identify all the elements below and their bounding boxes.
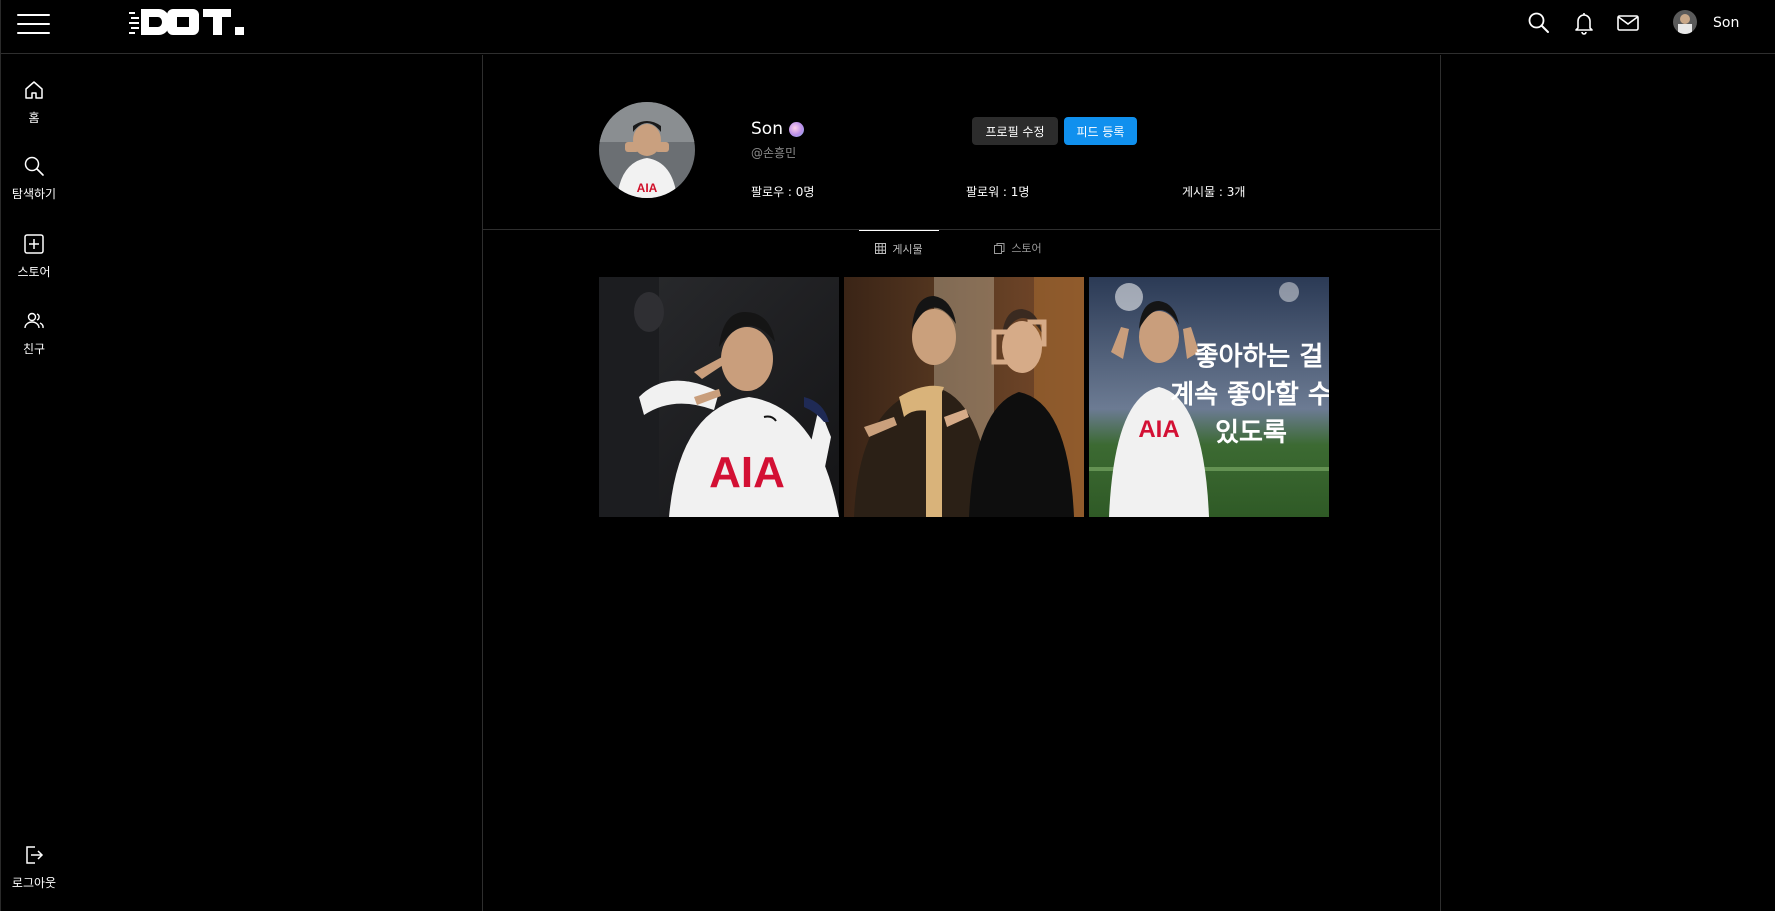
- sidebar-item-label: 친구: [22, 342, 46, 356]
- sidebar-item-store[interactable]: 스토어: [1, 233, 67, 280]
- sidebar-item-label: 홈: [28, 111, 40, 125]
- profile-name: Son: [751, 119, 783, 139]
- edit-profile-button[interactable]: 프로필 수정: [972, 117, 1058, 145]
- post-caption-line: 계속 좋아할 수: [1170, 380, 1329, 410]
- sidebar-item-friends[interactable]: 친구: [1, 310, 67, 357]
- profile-tabs: 게시물 스토어: [483, 230, 1440, 274]
- post-caption-line: 좋아하는 걸: [1195, 342, 1324, 372]
- logout-icon: [26, 846, 44, 864]
- bell-icon[interactable]: [1571, 10, 1597, 36]
- tab-label: 스토어: [1011, 242, 1042, 255]
- logout-label: 로그아웃: [11, 876, 57, 890]
- dot-logo[interactable]: [129, 6, 251, 38]
- add-feed-button[interactable]: 피드 등록: [1064, 117, 1137, 145]
- svg-text:AIA: AIA: [1138, 416, 1179, 443]
- post-grid: AIA AIA 좋아하는 걸 계속 좋아할 수 있도록: [599, 277, 1329, 517]
- logout-button[interactable]: 로그아웃: [1, 844, 67, 891]
- profile-handle: @손흥민: [751, 146, 797, 160]
- top-bar: Son: [1, 0, 1775, 54]
- post-thumbnail[interactable]: [844, 277, 1084, 517]
- plus-square-icon: [24, 234, 44, 254]
- svg-text:AIA: AIA: [637, 181, 658, 195]
- sidebar-item-label: 스토어: [17, 265, 51, 279]
- profile-header: AIA Son @손흥민 프로필 수정 피드 등록 팔로우 : 0명 팔로워 :…: [483, 55, 1440, 230]
- tab-posts[interactable]: 게시물: [859, 230, 939, 266]
- post-caption-line: 있도록: [1215, 418, 1287, 448]
- name-row: Son: [751, 119, 804, 139]
- mail-icon[interactable]: [1615, 10, 1641, 36]
- avatar[interactable]: [1673, 10, 1697, 34]
- friends-icon: [24, 312, 44, 329]
- sidebar-item-explore[interactable]: 탐색하기: [1, 155, 67, 202]
- grid-icon: [875, 243, 887, 254]
- app-window: Son 홈 탐색하기 스토어 친구 로그아웃 AIA Son @손흥민 프로필 …: [0, 0, 1775, 911]
- header-username[interactable]: Son: [1713, 15, 1739, 31]
- post-thumbnail[interactable]: AIA: [599, 277, 839, 517]
- menu-icon[interactable]: [17, 12, 51, 36]
- search-icon[interactable]: [1526, 10, 1552, 36]
- verified-badge-icon: [788, 121, 804, 137]
- followers-count[interactable]: 팔로워 : 1명: [966, 183, 1029, 200]
- tab-store[interactable]: 스토어: [983, 230, 1053, 266]
- following-count[interactable]: 팔로우 : 0명: [751, 183, 814, 200]
- profile-avatar[interactable]: AIA: [599, 102, 695, 198]
- side-nav: 홈 탐색하기 스토어 친구 로그아웃: [1, 55, 67, 911]
- search-icon: [24, 156, 44, 176]
- posts-count: 게시물 : 3개: [1182, 185, 1246, 199]
- svg-text:AIA: AIA: [709, 448, 785, 497]
- sidebar-item-home[interactable]: 홈: [1, 79, 67, 126]
- post-thumbnail[interactable]: AIA 좋아하는 걸 계속 좋아할 수 있도록: [1089, 277, 1329, 517]
- copy-icon: [994, 242, 1005, 254]
- profile-column: AIA Son @손흥민 프로필 수정 피드 등록 팔로우 : 0명 팔로워 :…: [482, 55, 1441, 911]
- home-icon: [25, 81, 43, 99]
- sidebar-item-label: 탐색하기: [11, 187, 57, 201]
- tab-label: 게시물: [892, 242, 923, 256]
